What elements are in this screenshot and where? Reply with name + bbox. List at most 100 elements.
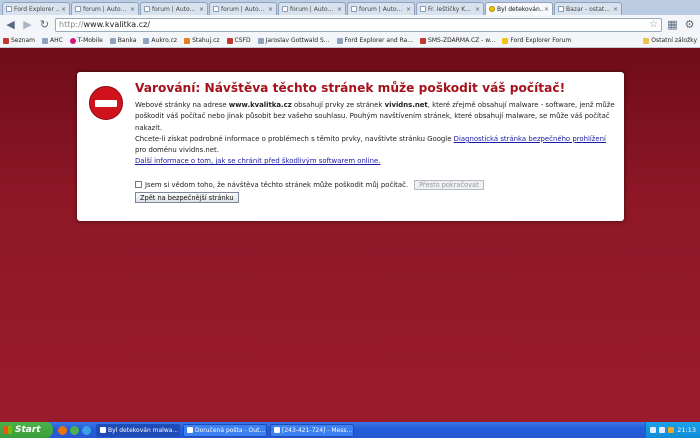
bookmark-item[interactable]: Ford Explorer and Ra...: [336, 37, 414, 44]
tab-close-icon[interactable]: ×: [613, 6, 618, 13]
bookmark-label: Banka: [117, 37, 137, 44]
bookmark-favicon-icon: [3, 37, 9, 44]
forward-arrow-icon[interactable]: ▶: [21, 18, 34, 31]
tab-title: forum | Auto...: [290, 5, 334, 13]
tab-close-icon[interactable]: ×: [130, 6, 135, 13]
bookmark-favicon-icon: [143, 37, 150, 44]
other-bookmarks-label: Ostatní záložky: [651, 37, 697, 44]
folder-icon: [643, 37, 650, 44]
tab-close-icon[interactable]: ×: [475, 6, 480, 13]
volume-icon[interactable]: [659, 427, 666, 433]
bookmark-item[interactable]: Banka: [109, 37, 137, 44]
clock: 21:13: [677, 426, 696, 434]
back-arrow-icon[interactable]: ◀: [4, 18, 17, 31]
tab-3[interactable]: forum | Auto... ×: [140, 2, 208, 15]
warning-controls: Jsem si vědom toho, že návštěva těchto s…: [135, 179, 484, 203]
quick-launch: [53, 425, 96, 435]
diagnostic-page-link[interactable]: Diagnostická stránka bezpečného prohlíže…: [454, 135, 606, 143]
other-bookmarks-folder[interactable]: Ostatní záložky: [643, 37, 697, 44]
bookmark-item[interactable]: AHC: [41, 37, 63, 44]
warning-text-2a: Chcete-li získat podrobné informace o pr…: [135, 134, 454, 143]
taskbar-button[interactable]: [243-421-724] - Mess...: [270, 423, 354, 437]
tab-close-icon[interactable]: ×: [406, 6, 411, 13]
page-menu-icon[interactable]: ▦: [666, 18, 679, 31]
tab-close-icon[interactable]: ×: [199, 6, 204, 13]
tab-9[interactable]: Bazar - ostat... ×: [554, 2, 622, 15]
chrome-icon[interactable]: [70, 425, 79, 435]
bookmark-label: AHC: [49, 37, 63, 44]
tab-favicon-icon: [144, 6, 150, 12]
bookmark-item[interactable]: SMS-ZDARMA.CZ - w...: [420, 37, 495, 44]
warning-text-2b: pro doménu vividns.net.: [135, 146, 219, 155]
bookmark-label: CSFD: [234, 37, 251, 44]
antivirus-icon[interactable]: [668, 427, 675, 433]
tab-close-icon[interactable]: ×: [268, 6, 273, 13]
page-content: Varování: Návštěva těchto stránek může p…: [0, 48, 700, 422]
bookmark-favicon-icon: [257, 37, 264, 44]
reload-icon[interactable]: ↻: [38, 18, 51, 31]
tab-favicon-icon: [75, 6, 81, 12]
tab-5[interactable]: forum | Auto... ×: [278, 2, 346, 15]
learn-more-link[interactable]: Další informace o tom, jak se chránit př…: [135, 157, 380, 165]
internet-explorer-icon[interactable]: [82, 425, 91, 435]
bookmark-label: Stahuj.cz: [192, 37, 220, 44]
warning-text-1b: obsahují prvky ze stránek: [291, 101, 385, 109]
tab-favicon-icon: [420, 6, 426, 12]
tab-favicon-icon: [213, 6, 219, 12]
tab-favicon-icon: [351, 6, 357, 12]
address-bar[interactable]: http:// www.kvalitka.cz/ ☆: [55, 17, 662, 32]
windows-logo-icon: [4, 426, 12, 434]
tab-close-icon[interactable]: ×: [337, 6, 342, 13]
malware-domain: vividns.net: [384, 101, 428, 109]
warning-text-1a: Webové stránky na adrese: [135, 101, 229, 109]
taskbar-button-label: [243-421-724] - Mess...: [282, 426, 353, 434]
tab-close-icon[interactable]: ×: [61, 6, 66, 13]
proceed-anyway-button[interactable]: Přesto pokračovat: [414, 179, 484, 190]
bookmark-star-icon[interactable]: ☆: [649, 19, 658, 30]
taskbar-button[interactable]: Doručená pošta - Out...: [183, 423, 267, 437]
tab-title: forum | Auto...: [152, 5, 196, 13]
address-scheme: http://: [59, 20, 84, 29]
bookmark-label: Aukro.cz: [151, 37, 178, 44]
bookmark-item[interactable]: Seznam: [3, 37, 35, 44]
tab-title: Ford Explorer ...: [14, 5, 60, 13]
malware-warning-dialog: Varování: Návštěva těchto stránek může p…: [77, 72, 624, 221]
tab-4[interactable]: forum | Auto... ×: [209, 2, 277, 15]
bookmark-item[interactable]: Jaroslav Gottwald S...: [257, 37, 330, 44]
tab-7[interactable]: Fr. leštičky K... ×: [416, 2, 484, 15]
bookmark-item[interactable]: Aukro.cz: [143, 37, 177, 44]
tab-8[interactable]: Byl detekován... ×: [485, 2, 553, 15]
bookmark-item[interactable]: Stahuj.cz: [184, 37, 220, 44]
taskbar-button-label: Byl detekován malwa...: [108, 426, 179, 434]
bookmarks-bar: Seznam AHC T-Mobile Banka Aukro.cz Stahuj.cz C…: [0, 34, 700, 48]
bookmark-item[interactable]: CSFD: [226, 37, 251, 44]
tab-1[interactable]: Ford Explorer ... ×: [2, 2, 70, 15]
bookmark-favicon-icon: [502, 37, 509, 44]
taskbar-button[interactable]: Byl detekován malwa...: [96, 423, 180, 437]
network-icon[interactable]: [650, 427, 657, 433]
bookmark-item[interactable]: Ford Explorer Forum: [502, 37, 571, 44]
back-to-safety-button[interactable]: Zpět na bezpečnější stránku: [135, 192, 239, 203]
tab-2[interactable]: forum | Auto... ×: [71, 2, 139, 15]
address-host: www.kvalitka.cz/: [83, 20, 151, 29]
bookmark-label: Jaroslav Gottwald S...: [265, 37, 330, 44]
system-tray: 21:13: [645, 422, 700, 438]
bookmark-label: Ford Explorer and Ra...: [344, 37, 414, 44]
bookmark-favicon-icon: [109, 37, 116, 44]
app-icon: [187, 427, 193, 433]
bookmark-label: Seznam: [11, 37, 35, 44]
tab-title: forum | Auto...: [359, 5, 403, 13]
tab-favicon-icon: [282, 6, 288, 12]
bookmark-favicon-icon: [226, 37, 233, 44]
start-button[interactable]: Start: [0, 422, 53, 438]
warning-body: Webové stránky na adrese www.kvalitka.cz…: [135, 100, 615, 168]
bookmark-favicon-icon: [69, 37, 76, 44]
tab-6[interactable]: forum | Auto... ×: [347, 2, 415, 15]
tab-close-icon[interactable]: ×: [544, 6, 549, 13]
tab-favicon-icon: [558, 6, 564, 12]
firefox-icon[interactable]: [58, 425, 67, 435]
acknowledge-label: Jsem si vědom toho, že návštěva těchto s…: [145, 180, 409, 189]
bookmark-item[interactable]: T-Mobile: [69, 37, 103, 44]
wrench-menu-icon[interactable]: ⚙: [683, 18, 696, 31]
acknowledge-checkbox[interactable]: [135, 181, 142, 188]
